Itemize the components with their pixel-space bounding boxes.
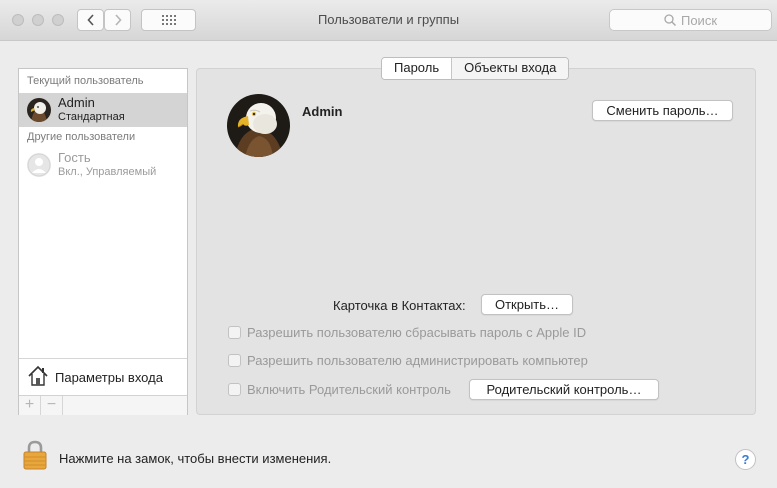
checkbox-row-admin[interactable]: Разрешить пользователю администрировать …: [228, 353, 588, 368]
current-user-header: Текущий пользователь: [27, 75, 144, 87]
sidebar-user-guest[interactable]: Гость Вкл., Управляемый: [19, 148, 187, 182]
guest-user-name: Гость: [58, 150, 91, 165]
tab-bar: Пароль Объекты входа: [381, 57, 570, 80]
checkbox-label: Включить Родительский контроль: [247, 382, 451, 397]
sidebar-user-admin[interactable]: Admin Стандартная: [19, 93, 187, 127]
eagle-avatar-small: [27, 98, 51, 122]
parental-controls-button[interactable]: Родительский контроль…: [469, 379, 659, 400]
add-remove-bar: + −: [19, 395, 187, 415]
checkbox-allow-admin[interactable]: [228, 354, 241, 367]
add-user-button[interactable]: +: [19, 396, 41, 415]
checkbox-row-apple-id[interactable]: Разрешить пользователю сбрасывать пароль…: [228, 325, 586, 340]
contacts-card-label: Карточка в Контактах:: [333, 298, 466, 313]
checkbox-row-parental[interactable]: Включить Родительский контроль: [228, 382, 451, 397]
checkbox-label: Разрешить пользователю сбрасывать пароль…: [247, 325, 587, 340]
search-icon: [664, 14, 676, 26]
tab-login-items[interactable]: Объекты входа: [452, 58, 569, 79]
search-placeholder: Поиск: [680, 12, 718, 28]
other-users-header: Другие пользователи: [27, 131, 136, 143]
tab-password[interactable]: Пароль: [382, 58, 453, 79]
lock-icon[interactable]: [22, 440, 48, 470]
user-name-heading: Admin: [302, 104, 343, 119]
guest-user-status: Вкл., Управляемый: [58, 166, 157, 178]
login-options-item[interactable]: Параметры входа: [19, 358, 187, 395]
checkbox-label: Разрешить пользователю администрировать …: [247, 353, 588, 368]
lock-instruction-text: Нажмите на замок, чтобы внести изменения…: [59, 451, 332, 466]
sidebar-user-name: Admin: [58, 95, 95, 110]
title-bar: Пользователи и группы Поиск: [0, 0, 777, 41]
users-sidebar: Текущий пользователь Admin Стандартная Д…: [18, 68, 188, 415]
user-avatar[interactable]: [227, 94, 290, 157]
login-options-label: Параметры входа: [55, 370, 163, 385]
checkbox-enable-parental-controls[interactable]: [228, 383, 241, 396]
checkbox-reset-password-apple-id[interactable]: [228, 326, 241, 339]
house-icon: [28, 365, 48, 386]
sidebar-user-role: Стандартная: [58, 111, 125, 123]
remove-user-button[interactable]: −: [41, 396, 63, 415]
guest-avatar-icon: [27, 153, 51, 177]
search-field[interactable]: Поиск: [609, 9, 772, 31]
change-password-button[interactable]: Сменить пароль…: [592, 100, 733, 121]
open-contacts-button[interactable]: Открыть…: [481, 294, 573, 315]
help-button[interactable]: ?: [735, 449, 756, 470]
